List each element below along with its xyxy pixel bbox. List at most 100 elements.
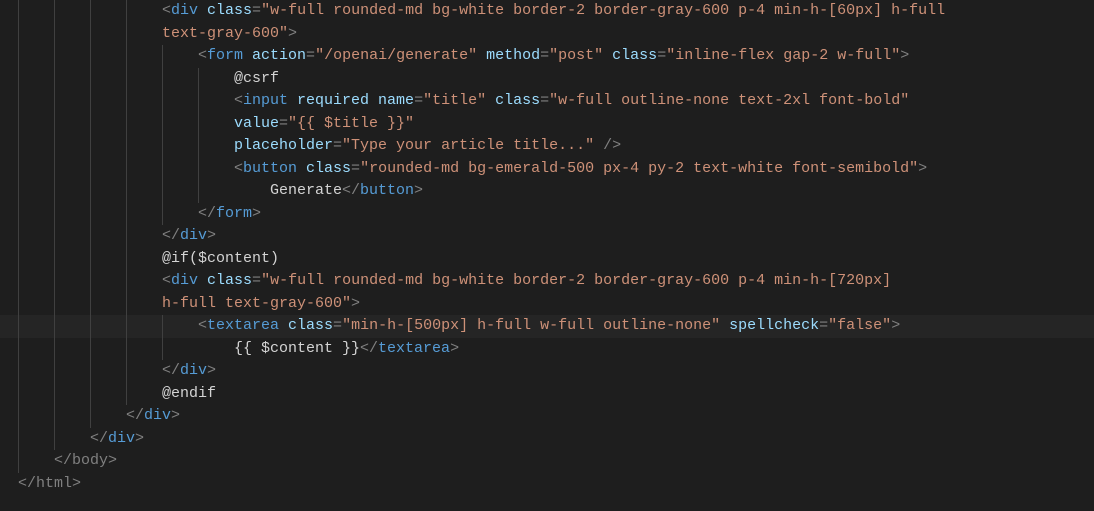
code-token (720, 315, 729, 338)
glyph-margin (0, 68, 18, 91)
code-line[interactable]: <form action="/openai/generate" method="… (0, 45, 1094, 68)
code-line[interactable]: @endif (0, 383, 1094, 406)
code-line[interactable]: text-gray-600"> (0, 23, 1094, 46)
indent-guides (18, 225, 162, 248)
indent-guide (54, 135, 90, 158)
code-token: </ (54, 450, 72, 473)
code-line[interactable]: </div> (0, 360, 1094, 383)
indent-guide (54, 383, 90, 406)
indent-guide (162, 113, 198, 136)
indent-guide (90, 270, 126, 293)
code-token: "Type your article title..." (342, 135, 594, 158)
code-line[interactable]: value="{{ $title }}" (0, 113, 1094, 136)
code-token: spellcheck (729, 315, 819, 338)
glyph-margin (0, 270, 18, 293)
code-line[interactable]: <textarea class="min-h-[500px] h-full w-… (0, 315, 1094, 338)
code-line[interactable]: </div> (0, 428, 1094, 451)
code-line[interactable]: placeholder="Type your article title..."… (0, 135, 1094, 158)
indent-guide (90, 0, 126, 23)
indent-guide (54, 158, 90, 181)
line-padding (234, 180, 270, 203)
indent-guide (126, 113, 162, 136)
indent-guide (18, 270, 54, 293)
code-token: > (252, 203, 261, 226)
indent-guide (90, 158, 126, 181)
indent-guide (18, 248, 54, 271)
code-token: = (333, 135, 342, 158)
code-token: "false" (828, 315, 891, 338)
code-token: "{{ $title }}" (288, 113, 414, 136)
indent-guide (162, 315, 198, 338)
code-token: class (306, 158, 351, 181)
code-line[interactable]: </form> (0, 203, 1094, 226)
code-token: html (36, 473, 72, 496)
glyph-margin (0, 158, 18, 181)
indent-guide (90, 360, 126, 383)
code-token: textarea (378, 338, 450, 361)
code-line[interactable]: </div> (0, 405, 1094, 428)
code-token: @csrf (234, 68, 279, 91)
code-line[interactable]: Generate</button> (0, 180, 1094, 203)
indent-guide (198, 68, 234, 91)
code-token: div (180, 360, 207, 383)
indent-guides (18, 248, 162, 271)
code-token: "inline-flex gap-2 w-full" (666, 45, 900, 68)
glyph-margin (0, 405, 18, 428)
indent-guides (18, 113, 234, 136)
code-line[interactable]: @if($content) (0, 248, 1094, 271)
code-line[interactable]: {{ $content }}</textarea> (0, 338, 1094, 361)
indent-guide (90, 45, 126, 68)
code-line[interactable]: <button class="rounded-md bg-emerald-500… (0, 158, 1094, 181)
code-token: form (207, 45, 252, 68)
code-token: "title" (423, 90, 486, 113)
indent-guide (90, 405, 126, 428)
code-token: class (495, 90, 540, 113)
indent-guides (18, 135, 234, 158)
indent-guide (54, 0, 90, 23)
code-token: input (243, 90, 297, 113)
code-token: = (252, 270, 261, 293)
indent-guide (198, 158, 234, 181)
code-editor[interactable]: <div class="w-full rounded-md bg-white b… (0, 0, 1094, 511)
code-token: = (333, 315, 342, 338)
indent-guide (126, 68, 162, 91)
code-token: required (297, 90, 378, 113)
code-token: class (207, 270, 252, 293)
indent-guide (18, 135, 54, 158)
code-token: h-full text-gray-600" (162, 293, 351, 316)
code-line[interactable]: @csrf (0, 68, 1094, 91)
indent-guide (54, 113, 90, 136)
indent-guide (54, 68, 90, 91)
indent-guide (162, 90, 198, 113)
code-token: Generate (270, 180, 342, 203)
code-line[interactable]: <input required name="title" class="w-fu… (0, 90, 1094, 113)
indent-guide (18, 68, 54, 91)
code-line[interactable]: </div> (0, 225, 1094, 248)
glyph-margin (0, 45, 18, 68)
glyph-margin (0, 180, 18, 203)
code-token: "rounded-md bg-emerald-500 px-4 py-2 tex… (360, 158, 918, 181)
code-line[interactable]: <div class="w-full rounded-md bg-white b… (0, 270, 1094, 293)
indent-guide (126, 0, 162, 23)
indent-guide (162, 135, 198, 158)
code-line[interactable]: </body> (0, 450, 1094, 473)
indent-guide (126, 90, 162, 113)
code-token: > (891, 315, 900, 338)
code-token: button (360, 180, 414, 203)
indent-guide (90, 68, 126, 91)
code-token: "post" (549, 45, 603, 68)
indent-guide (54, 248, 90, 271)
indent-guide (90, 315, 126, 338)
indent-guide (18, 293, 54, 316)
indent-guide (162, 338, 198, 361)
code-token: body (72, 450, 108, 473)
indent-guide (126, 135, 162, 158)
indent-guide (90, 113, 126, 136)
code-line[interactable]: <div class="w-full rounded-md bg-white b… (0, 0, 1094, 23)
code-token: < (162, 0, 171, 23)
indent-guide (162, 203, 198, 226)
code-token: text-gray-600" (162, 23, 288, 46)
code-token: </ (198, 203, 216, 226)
code-line[interactable]: </html> (0, 473, 1094, 496)
code-line[interactable]: h-full text-gray-600"> (0, 293, 1094, 316)
